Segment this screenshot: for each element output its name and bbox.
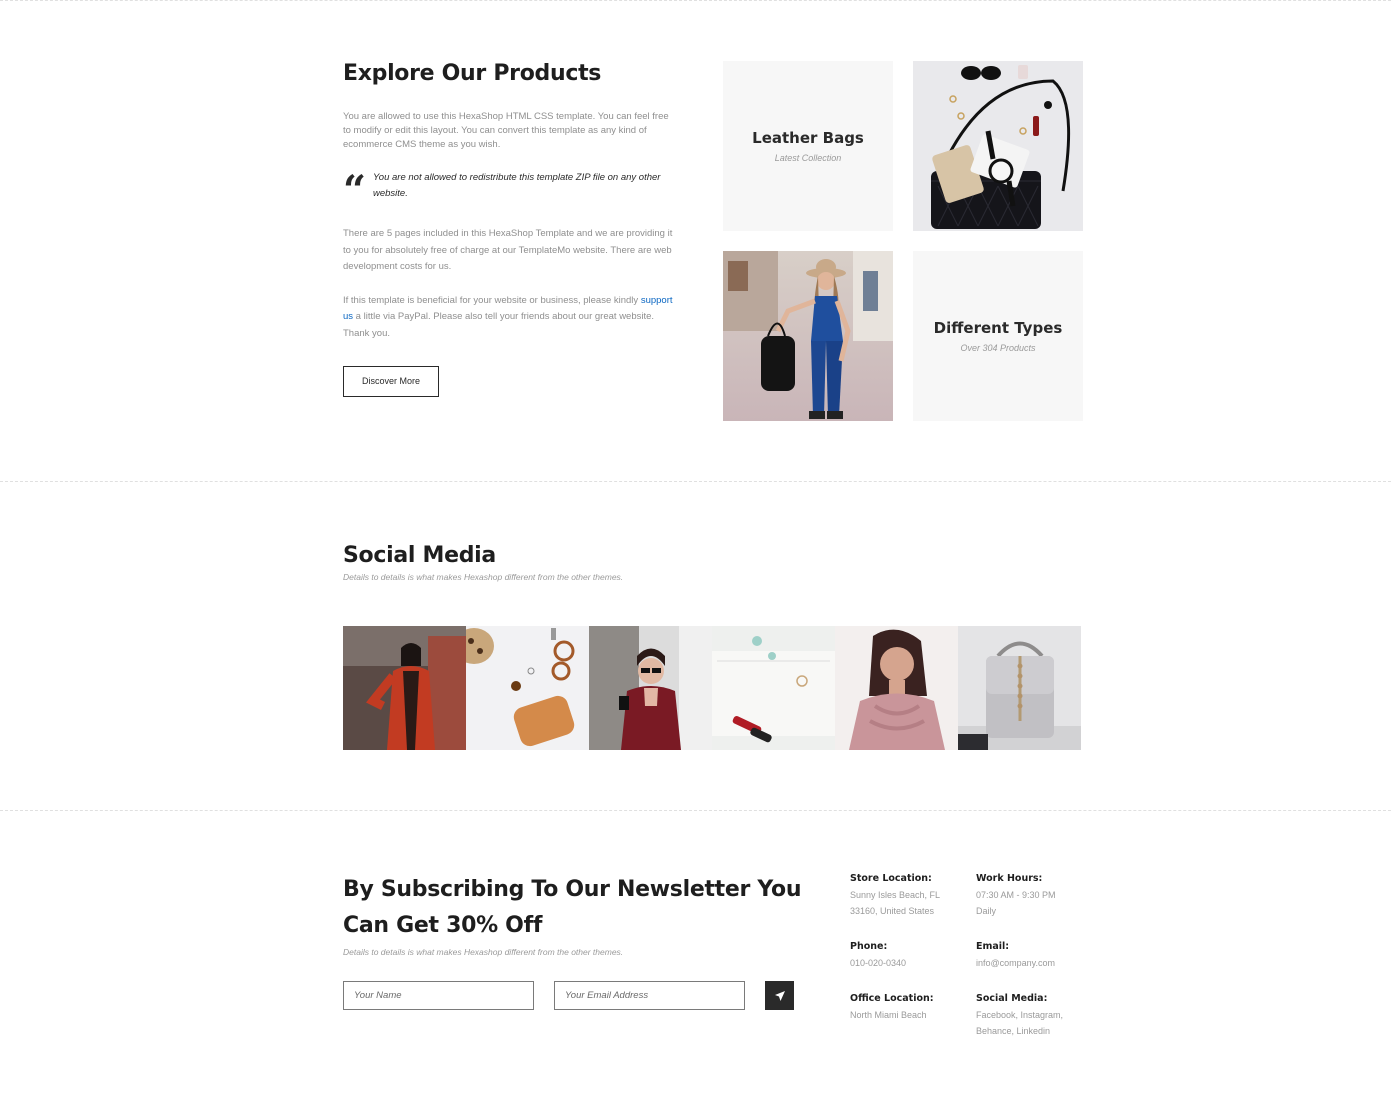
woman-red-coat-image (343, 626, 466, 750)
clutch-lipstick-image (712, 626, 835, 750)
office-location-block: Office Location: North Miami Beach (850, 991, 970, 1023)
social-media-line1: Facebook, Instagram, (976, 1010, 1064, 1020)
grey-studded-bag-image (958, 626, 1081, 750)
social-media-label: Social Media: (976, 993, 1048, 1004)
explore-paragraph-2: There are 5 pages included in this HexaS… (343, 228, 673, 272)
explore-text-column: Explore Our Products You are allowed to … (343, 58, 678, 397)
email-block: Email: info@company.com (976, 939, 1096, 971)
email-label: Email: (976, 941, 1010, 952)
social-media-line2: Behance, Linkedin (976, 1026, 1051, 1036)
accessories-flatlay-image (466, 626, 589, 750)
gallery-item-accessories[interactable] (466, 626, 589, 750)
store-location-block: Store Location: Sunny Isles Beach, FL 33… (850, 871, 970, 919)
gallery-item-sunglasses[interactable] (589, 626, 712, 750)
phone-label: Phone: (850, 941, 888, 952)
tile-different-types[interactable]: Different Types Over 304 Products (913, 251, 1083, 421)
paragraph-3-text-start: If this template is beneficial for your … (343, 294, 641, 306)
tile-leather-bags[interactable]: Leather Bags Latest Collection (723, 61, 893, 231)
gallery-item-pink-jacket[interactable] (835, 626, 958, 750)
tile-different-types-subtitle: Over 304 Products (960, 343, 1036, 353)
explore-divider (0, 481, 1391, 482)
gallery-item-clutch[interactable] (712, 626, 835, 750)
explore-paragraph-3: If this template is beneficial for your … (343, 293, 678, 343)
bag-flatlay-illustration (913, 61, 1083, 231)
social-title: Social Media (343, 543, 496, 568)
social-gallery (343, 626, 1081, 750)
explore-quote: “ You are not allowed to redistribute th… (343, 167, 678, 214)
work-hours-label: Work Hours: (976, 873, 1043, 884)
work-hours-block: Work Hours: 07:30 AM - 9:30 PM Daily (976, 871, 1096, 919)
work-hours-line2: Daily (976, 906, 997, 916)
subscribe-button[interactable] (765, 981, 794, 1010)
social-media-block: Social Media: Facebook, Instagram, Behan… (976, 991, 1096, 1039)
tile-bag-flatlay-image[interactable] (913, 61, 1083, 231)
social-divider (0, 810, 1391, 811)
quote-icon: “ (343, 167, 367, 214)
social-subtitle: Details to details is what makes Hexasho… (343, 572, 624, 582)
gallery-item-red-coat[interactable] (343, 626, 466, 750)
office-location-value: North Miami Beach (850, 1010, 927, 1020)
woman-pink-jacket-image (835, 626, 958, 750)
explore-title: Explore Our Products (343, 61, 602, 86)
phone-value: 010-020-0340 (850, 958, 907, 968)
top-divider (0, 0, 1391, 1)
newsletter-subtitle: Details to details is what makes Hexasho… (343, 947, 624, 957)
office-location-label: Office Location: (850, 993, 934, 1004)
tile-leather-bags-subtitle: Latest Collection (774, 153, 842, 163)
email-value: info@company.com (976, 958, 1056, 968)
quote-text: You are not allowed to redistribute this… (373, 172, 661, 199)
name-input[interactable] (343, 981, 534, 1010)
store-location-line1: Sunny Isles Beach, FL (850, 890, 941, 900)
tile-leather-bags-title: Leather Bags (752, 129, 864, 147)
woman-sunglasses-image (589, 626, 712, 750)
discover-more-button[interactable]: Discover More (343, 366, 439, 397)
gallery-item-grey-bag[interactable] (958, 626, 1081, 750)
explore-paragraph-1: You are allowed to use this HexaShop HTM… (343, 111, 669, 150)
paragraph-3-text-end: a little via PayPal. Please also tell yo… (343, 311, 655, 339)
phone-block: Phone: 010-020-0340 (850, 939, 970, 971)
woman-with-bag-illustration (723, 251, 893, 421)
tile-woman-bag-image[interactable] (723, 251, 893, 421)
paper-plane-icon (774, 990, 785, 1001)
store-location-label: Store Location: (850, 873, 932, 884)
email-input[interactable] (554, 981, 745, 1010)
tile-different-types-title: Different Types (933, 319, 1063, 337)
newsletter-title: By Subscribing To Our Newsletter You Can… (343, 877, 802, 938)
store-location-line2: 33160, United States (850, 906, 935, 916)
work-hours-line1: 07:30 AM - 9:30 PM (976, 890, 1056, 900)
